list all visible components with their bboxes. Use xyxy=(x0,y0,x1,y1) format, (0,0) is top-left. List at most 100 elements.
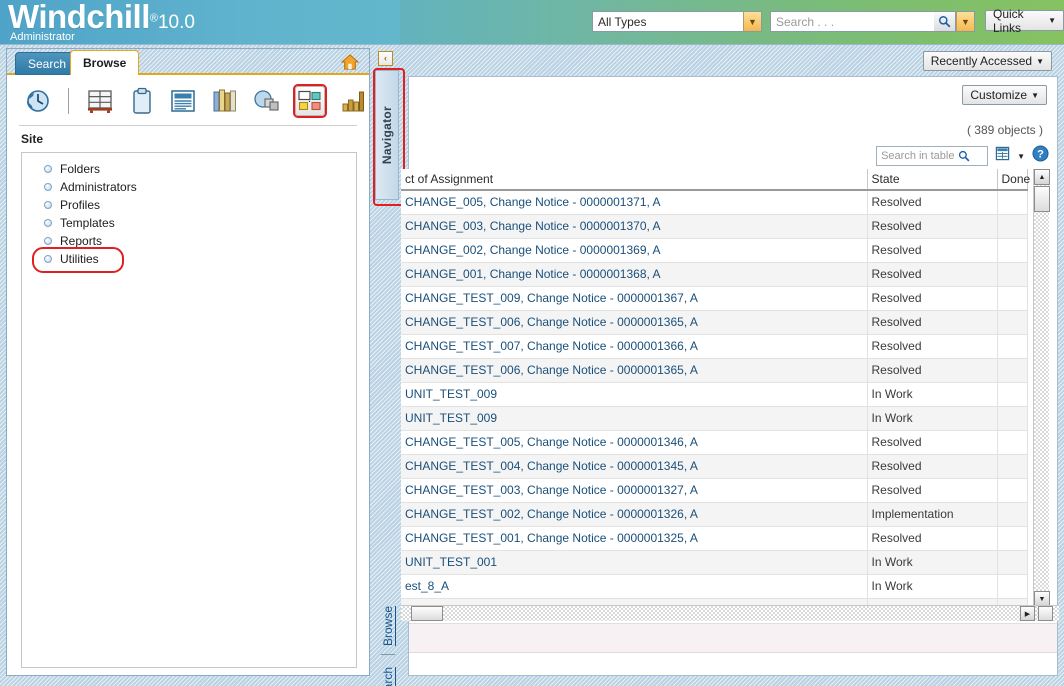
tree-item-profiles[interactable]: Profiles xyxy=(22,196,356,214)
type-filter-select[interactable]: All Types ▼ xyxy=(592,11,762,32)
tree-item-utilities[interactable]: Utilities xyxy=(22,247,356,273)
cell-subject[interactable]: CHANGE_TEST_003, Change Notice - 0000001… xyxy=(401,478,868,503)
scroll-up-button[interactable]: ▲ xyxy=(1034,169,1050,185)
cell-done xyxy=(997,382,1028,407)
table-row[interactable]: est_8_A In Work xyxy=(401,574,1028,599)
product-structure-icon[interactable] xyxy=(84,84,116,118)
cell-subject[interactable]: UNIT_TEST_001 xyxy=(401,550,868,575)
table-row[interactable]: CHANGE_TEST_003, Change Notice - 0000001… xyxy=(401,478,1028,503)
table-vertical-scrollbar[interactable]: ▲ ▼ xyxy=(1033,169,1050,607)
recently-accessed-button[interactable]: Recently Accessed ▼ xyxy=(922,51,1052,71)
horizontal-scroll-thumb[interactable] xyxy=(411,606,443,621)
logo-version: 10.0 xyxy=(157,12,195,33)
library-icon[interactable] xyxy=(209,84,241,118)
cell-state: Resolved xyxy=(867,334,998,359)
cell-subject[interactable]: CHANGE_003, Change Notice - 0000001370, … xyxy=(401,214,868,239)
application-window: Windchill®10.0 Administrator All Types ▼… xyxy=(0,0,1064,686)
clipboard-icon[interactable] xyxy=(126,84,158,118)
cell-subject[interactable]: UNIT_TEST_009 xyxy=(401,382,868,407)
project-icon[interactable] xyxy=(251,84,283,118)
svg-text:?: ? xyxy=(1037,149,1044,161)
home-icon[interactable] xyxy=(340,54,360,70)
table-horizontal-scrollbar[interactable]: ▶ xyxy=(401,605,1059,621)
cell-subject[interactable]: CHANGE_TEST_006, Change Notice - 0000001… xyxy=(401,358,868,383)
cell-subject[interactable]: CHANGE_TEST_007, Change Notice - 0000001… xyxy=(401,334,868,359)
vertical-scroll-thumb[interactable] xyxy=(1034,186,1050,212)
cell-subject[interactable]: CHANGE_TEST_002, Change Notice - 0000001… xyxy=(401,502,868,527)
site-icon[interactable] xyxy=(337,84,369,118)
tree-item-reports[interactable]: Reports xyxy=(22,232,356,250)
tree-item-label: Templates xyxy=(60,216,115,230)
cell-subject[interactable]: est_8_A xyxy=(401,574,868,599)
cell-subject[interactable]: CHANGE_TEST_005, Change Notice - 0000001… xyxy=(401,430,868,455)
chevron-down-icon[interactable]: ▼ xyxy=(743,12,761,31)
collapse-navigator-button[interactable]: ‹ xyxy=(378,51,393,66)
table-row[interactable]: CHANGE_TEST_006, Change Notice - 0000001… xyxy=(401,358,1028,383)
vertical-tab-navigator[interactable]: Navigator xyxy=(373,68,405,206)
cell-state: Implementation xyxy=(867,502,998,527)
content-top-bar: Recently Accessed ▼ xyxy=(400,48,1058,76)
customize-label: Customize xyxy=(970,88,1028,102)
triangle-right-icon: ▶ xyxy=(1024,610,1031,618)
chevron-left-icon: ‹ xyxy=(384,53,387,63)
table-row[interactable]: CHANGE_005, Change Notice - 0000001371, … xyxy=(401,190,1028,215)
document-list-icon[interactable] xyxy=(168,84,200,118)
table-view-icon[interactable] xyxy=(995,146,1010,166)
table-row[interactable]: CHANGE_TEST_001, Change Notice - 0000001… xyxy=(401,526,1028,551)
cell-subject[interactable]: UNIT_TEST_009 xyxy=(401,406,868,431)
cell-state: Resolved xyxy=(867,478,998,503)
table-row[interactable]: UNIT_TEST_009 In Work xyxy=(401,406,1028,431)
quick-links-button[interactable]: Quick Links ▼ xyxy=(985,7,1064,35)
cell-subject[interactable]: CHANGE_TEST_006, Change Notice - 0000001… xyxy=(401,310,868,335)
tab-browse[interactable]: Browse xyxy=(70,50,140,75)
bullet-icon xyxy=(44,255,52,263)
cell-subject[interactable]: CHANGE_TEST_004, Change Notice - 0000001… xyxy=(401,454,868,479)
type-filter-value: All Types xyxy=(598,14,647,29)
cell-subject[interactable]: CHANGE_TEST_009, Change Notice - 0000001… xyxy=(401,286,868,311)
scroll-right-button[interactable]: ▶ xyxy=(1020,606,1035,621)
customize-button[interactable]: Customize ▼ xyxy=(962,85,1047,105)
table-row[interactable]: CHANGE_TEST_009, Change Notice - 0000001… xyxy=(401,286,1028,311)
table-row[interactable]: CHANGE_TEST_004, Change Notice - 0000001… xyxy=(401,454,1028,479)
assignments-table-wrapper: ct of Assignment State Done CHANGE_005, … xyxy=(401,169,1043,607)
cell-subject[interactable]: CHANGE_001, Change Notice - 0000001368, … xyxy=(401,262,868,287)
cell-subject[interactable]: CHANGE_002, Change Notice - 0000001369, … xyxy=(401,238,868,263)
column-header-subject[interactable]: ct of Assignment xyxy=(401,169,868,191)
cell-state: Resolved xyxy=(867,310,998,335)
global-search-button[interactable] xyxy=(934,11,956,32)
column-header-state[interactable]: State xyxy=(867,169,998,191)
tree-item-folders[interactable]: Folders xyxy=(22,160,356,178)
search-icon[interactable] xyxy=(954,150,974,162)
table-row[interactable]: UNIT_TEST_009 In Work xyxy=(401,382,1028,407)
table-row[interactable]: CHANGE_003, Change Notice - 0000001370, … xyxy=(401,214,1028,239)
windchill-logo: Windchill®10.0 Administrator xyxy=(8,0,195,43)
tab-search-label: Search xyxy=(28,56,67,71)
table-row[interactable]: CHANGE_TEST_007, Change Notice - 0000001… xyxy=(401,334,1028,359)
table-row[interactable]: CHANGE_002, Change Notice - 0000001369, … xyxy=(401,238,1028,263)
help-icon[interactable]: ? xyxy=(1032,145,1049,167)
chevron-down-icon[interactable]: ▼ xyxy=(1017,152,1025,161)
registered-mark-icon: ® xyxy=(149,12,158,25)
organizations-icon[interactable] xyxy=(293,84,328,118)
cell-done xyxy=(997,478,1028,503)
vertical-tab-search[interactable]: Search xyxy=(379,660,397,686)
chevron-down-icon: ▼ xyxy=(961,16,970,27)
global-search-options-button[interactable]: ▼ xyxy=(956,11,975,32)
triangle-down-icon: ▼ xyxy=(1038,595,1046,603)
tree-item-templates[interactable]: Templates xyxy=(22,214,356,232)
vertical-tab-browse[interactable]: Browse xyxy=(379,600,397,652)
chevron-down-icon: ▼ xyxy=(1036,56,1044,66)
table-row[interactable]: CHANGE_TEST_006, Change Notice - 0000001… xyxy=(401,310,1028,335)
cell-subject[interactable]: CHANGE_TEST_001, Change Notice - 0000001… xyxy=(401,526,868,551)
table-row[interactable]: CHANGE_TEST_002, Change Notice - 0000001… xyxy=(401,502,1028,527)
column-header-done[interactable]: Done xyxy=(997,169,1030,191)
table-row[interactable]: CHANGE_TEST_005, Change Notice - 0000001… xyxy=(401,430,1028,455)
global-search-input[interactable]: Search . . . xyxy=(770,11,936,32)
cell-done xyxy=(997,502,1028,527)
table-row[interactable]: CHANGE_001, Change Notice - 0000001368, … xyxy=(401,262,1028,287)
recently-visited-icon[interactable] xyxy=(21,84,53,118)
tree-item-administrators[interactable]: Administrators xyxy=(22,178,356,196)
cell-subject[interactable]: CHANGE_005, Change Notice - 0000001371, … xyxy=(401,190,868,215)
table-search-input[interactable]: Search in table xyxy=(876,146,989,166)
table-row[interactable]: UNIT_TEST_001 In Work xyxy=(401,550,1028,575)
